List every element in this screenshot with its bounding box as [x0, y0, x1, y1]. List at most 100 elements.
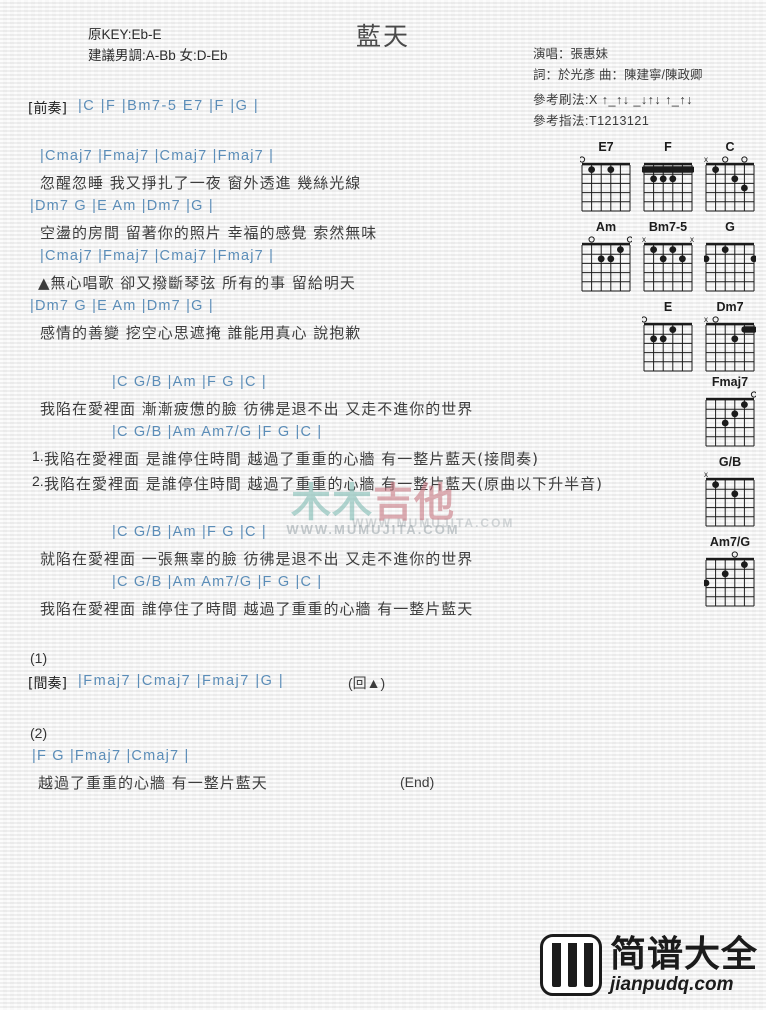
finger-dot	[712, 166, 719, 173]
finger-dot	[750, 255, 756, 263]
chord-diagram-f: F	[642, 140, 694, 213]
chord-grid	[704, 551, 755, 607]
piano-keys-icon	[540, 934, 602, 996]
svg-text:x: x	[704, 315, 708, 324]
singer-name: 演唱：張惠妹	[533, 47, 609, 61]
chord-diagram-label: G/B	[718, 455, 742, 469]
finger-dot	[704, 255, 710, 263]
lyric-line: 我陷在愛裡面 是誰停住時間 越過了重重的心牆 有一整片藍天(原曲以下升半音)	[44, 475, 604, 493]
logo-text: 简谱大全 jianpudq.com	[610, 933, 759, 995]
finger-dot	[721, 246, 729, 253]
chord-diagram-dm7: Dm7 x	[704, 300, 756, 373]
chord-grid: x	[704, 470, 755, 527]
watermark-url-top: WWW.MUMUJITA.COM	[352, 516, 515, 530]
chord-line: |C G/B |Am |F G |C |	[112, 524, 267, 540]
chord-line: |C G/B |Am Am7/G |F G |C |	[112, 424, 323, 440]
end-marker: (End)	[400, 774, 435, 790]
chord-diagram-e: E	[642, 300, 694, 373]
finger-dot	[659, 255, 667, 263]
chord-diagram-am: Am	[580, 220, 632, 293]
chord-diagram-bm7-5: Bm7-5 x x	[642, 220, 694, 293]
chord-diagram-fmaj7: Fmaj7	[704, 375, 756, 448]
chord-line: |C G/B |Am |F G |C |	[112, 374, 267, 390]
finger-dot	[650, 246, 657, 253]
finger-dot	[659, 335, 667, 343]
chord-diagram-label: Am	[595, 220, 617, 234]
chord-diagram-label: E7	[598, 140, 614, 154]
lyric-line: 空盪的房間 留著你的照片 幸福的感覺 索然無味	[40, 224, 378, 242]
site-logo: 简谱大全 jianpudq.com	[540, 934, 758, 996]
chord-grid	[642, 316, 693, 372]
finger-dot	[721, 419, 729, 427]
chord-diagram-label: Dm7	[716, 300, 744, 314]
lyricist-composer: 詞：於光彥 曲：陳建寧/陳政卿	[533, 68, 703, 82]
lyric-line: 越過了重重的心牆 有一整片藍天	[38, 774, 268, 792]
finger-dot	[704, 579, 710, 587]
finger-dot	[679, 255, 686, 263]
credits-block: 演唱：張惠妹 詞：於光彥 曲：陳建寧/陳政卿 參考刷法:X ↑_↑↓ _↓↑↓ …	[533, 44, 702, 132]
finger-dot	[741, 184, 748, 192]
finger-dot	[659, 175, 667, 183]
interlude-chord-line: |Fmaj7 |Cmaj7 |Fmaj7 |G |	[78, 673, 285, 689]
finger-pattern: 參考指法:T1213121	[533, 114, 650, 128]
finger-dot	[741, 401, 748, 408]
lyric-line: 我陷在愛裡面 漸漸疲憊的臉 彷彿是退不出 又走不進你的世界	[40, 400, 474, 418]
strum-pattern: 參考刷法:X ↑_↑↓ _↓↑↓ ↑_↑↓	[533, 93, 693, 107]
chord-grid	[705, 391, 756, 447]
finger-dot	[712, 481, 719, 488]
lyric-line: 感情的善變 挖空心思遮掩 誰能用真心 說抱歉	[40, 324, 362, 342]
chord-diagram-label: Fmaj7	[711, 375, 749, 389]
chord-diagram-g: G	[704, 220, 756, 293]
chord-line: |Dm7 G |E Am |Dm7 |G |	[30, 298, 214, 314]
lyric-line: 我陷在愛裡面 誰停住了時間 越過了重重的心牆 有一整片藍天	[40, 600, 474, 618]
finger-dot	[669, 246, 677, 253]
chord-grid	[642, 162, 694, 212]
finger-dot	[669, 326, 677, 333]
finger-dot	[731, 335, 739, 343]
barre-marker	[741, 326, 756, 333]
section-label-intro: [前奏]	[28, 101, 67, 117]
finger-dot	[669, 175, 677, 183]
lyric-line: ▲無心唱歌 卻又撥斷琴弦 所有的事 留給明天	[38, 274, 356, 292]
chord-line: |F G |Fmaj7 |Cmaj7 |	[32, 748, 190, 764]
chord-diagram-g-b: G/B x	[704, 455, 756, 528]
chord-diagram-label: G	[725, 220, 735, 234]
finger-dot	[650, 335, 657, 343]
intro-chord-line: |C |F |Bm7-5 E7 |F |G |	[78, 98, 260, 114]
chord-grid	[580, 156, 631, 212]
finger-dot	[617, 246, 624, 253]
chord-line: |Cmaj7 |Fmaj7 |Cmaj7 |Fmaj7 |	[40, 148, 275, 164]
finger-dot	[731, 175, 739, 183]
finger-dot	[731, 490, 739, 498]
lyric-line: 我陷在愛裡面 是誰停住時間 越過了重重的心牆 有一整片藍天(接間奏)	[44, 450, 540, 468]
finger-dot	[731, 410, 739, 418]
chord-diagram-e7: E7	[580, 140, 632, 213]
svg-text:x: x	[642, 235, 646, 244]
chord-grid: xx	[642, 235, 694, 292]
chord-grid: x	[704, 315, 756, 372]
chord-grid	[704, 242, 756, 292]
chord-line: |Dm7 G |E Am |Dm7 |G |	[30, 198, 214, 214]
logo-name-cn: 简谱大全	[610, 933, 759, 975]
chord-diagram-label: Am7/G	[709, 535, 751, 549]
finger-dot	[607, 255, 615, 263]
chord-diagram-label: Bm7-5	[648, 220, 688, 234]
logo-name-en: jianpudq.com	[610, 973, 734, 995]
chord-sheet-page: 原KEY:Eb-E 建議男調:A-Bb 女:D-Eb 藍天 演唱：張惠妹 詞：於…	[0, 0, 766, 1010]
chord-diagram-c: Cx	[704, 140, 756, 213]
marker-1: (1)	[30, 650, 48, 666]
chord-diagram-label: C	[725, 140, 735, 154]
finger-dot	[741, 561, 748, 568]
svg-text:x: x	[704, 470, 708, 479]
chord-line: |C G/B |Am Am7/G |F G |C |	[112, 574, 323, 590]
finger-dot	[721, 570, 729, 578]
barre-marker	[642, 166, 694, 173]
finger-dot	[588, 166, 595, 173]
marker-2: (2)	[30, 725, 48, 741]
chord-diagram-am7-g: Am7/G	[704, 535, 756, 608]
finger-dot	[607, 166, 615, 173]
section-label-interlude: [間奏]	[28, 676, 67, 692]
finger-dot	[597, 255, 605, 263]
chord-grid: x	[704, 155, 755, 212]
lyric-line: 就陷在愛裡面 一張無辜的臉 彷彿是退不出 又走不進你的世界	[40, 550, 474, 568]
